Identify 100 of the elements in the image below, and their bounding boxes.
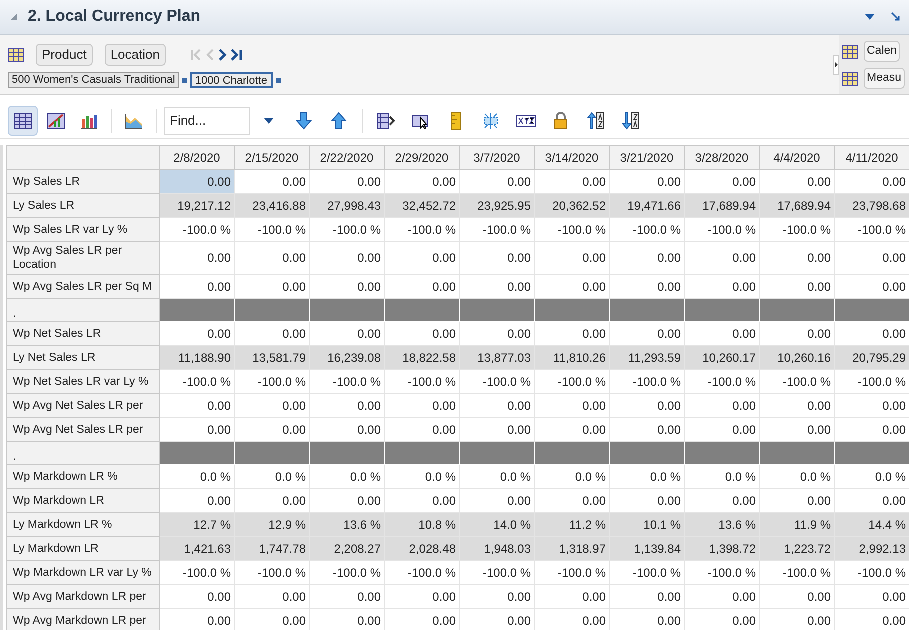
table-cell: 0.00	[610, 170, 684, 194]
table-view-icon[interactable]	[8, 106, 38, 136]
table-cell: -100.0 %	[234, 218, 310, 242]
column-header: 2/8/2020	[160, 146, 234, 170]
table-cell: 0.0 %	[834, 464, 909, 488]
table-cell: 0.00	[460, 394, 534, 418]
table-cell: 11,188.90	[160, 346, 234, 370]
breadcrumb-tile[interactable]: 500 Women's Casuals Traditional	[8, 72, 180, 88]
table-cell: 0.00	[760, 394, 834, 418]
table-cell: 0.00	[384, 488, 460, 512]
expand-handle[interactable]	[833, 54, 839, 74]
table-cell: 23,416.88	[234, 194, 310, 218]
table-cell: 2,028.48	[384, 536, 460, 560]
table-cell: 0.00	[684, 242, 760, 274]
table-cell: -100.0 %	[534, 560, 610, 584]
table-cell: 0.00	[460, 608, 534, 630]
pivot-tile[interactable]: Measu	[864, 68, 905, 89]
table-cell: 0.00	[160, 242, 234, 274]
table-cell: 0.0 %	[760, 464, 834, 488]
table-cell: 0.00	[610, 322, 684, 346]
grid-icon	[842, 72, 858, 86]
table-cell: 0.00	[310, 488, 384, 512]
panel-title: 2. Local Currency Plan	[28, 7, 201, 27]
table-cell: 10,260.16	[760, 346, 834, 370]
table-cell: 0.00	[460, 584, 534, 608]
table-cell: 0.00	[834, 322, 909, 346]
pivot-tile[interactable]: Calen	[864, 41, 900, 62]
table-cell: 11,293.59	[610, 346, 684, 370]
table-cell: 0.00	[760, 488, 834, 512]
table-cell: 0.00	[310, 418, 384, 442]
table-cell: -100.0 %	[834, 370, 909, 394]
dropdown-icon[interactable]	[865, 14, 875, 20]
table-cell: -100.0 %	[684, 218, 760, 242]
table-cell: -100.0 %	[684, 560, 760, 584]
grid-icon	[842, 44, 858, 58]
table-cell: 0.00	[834, 418, 909, 442]
breadcrumb-tile[interactable]: 1000 Charlotte	[190, 72, 272, 88]
table-cell: 0.00	[234, 608, 310, 630]
row-header: Ly Net Sales LR	[6, 346, 160, 370]
table-cell: 0.00	[684, 488, 760, 512]
pivot-tile[interactable]: Location	[104, 44, 166, 66]
table-cell: -100.0 %	[384, 370, 460, 394]
table-cell: 0.00	[460, 322, 534, 346]
table-cell: 0.00	[760, 274, 834, 298]
table-cell: 11,810.26	[534, 346, 610, 370]
table-cell: -100.0 %	[834, 560, 909, 584]
table-cell: 0.00	[234, 242, 310, 274]
table-cell: 0.00	[760, 418, 834, 442]
table-cell: 0.00	[310, 608, 384, 630]
table-cell: -100.0 %	[610, 560, 684, 584]
table-cell: -100.0 %	[460, 370, 534, 394]
column-header: 4/4/2020	[760, 146, 834, 170]
next-icon[interactable]	[218, 49, 228, 61]
tile-handle-icon[interactable]	[182, 78, 188, 82]
table-cell: -100.0 %	[234, 370, 310, 394]
table-cell: 11.2 %	[534, 512, 610, 536]
table-cell: 0.00	[684, 608, 760, 630]
table-cell: -100.0 %	[310, 370, 384, 394]
table-cell: -100.0 %	[610, 370, 684, 394]
restore-icon[interactable]	[891, 12, 901, 22]
table-cell: 0.0 %	[684, 464, 760, 488]
table-cell: 0.00	[534, 170, 610, 194]
table-cell: 0.00	[610, 488, 684, 512]
table-cell: 1,747.78	[234, 536, 310, 560]
table-cell: 1,948.03	[460, 536, 534, 560]
table-cell: 13.6 %	[310, 512, 384, 536]
table-cell: 0.00	[160, 418, 234, 442]
table-cell: 10,260.17	[684, 346, 760, 370]
table-cell: 0.00	[534, 418, 610, 442]
table-cell: 17,689.94	[684, 194, 760, 218]
table-cell: 17,689.94	[760, 194, 834, 218]
row-header: Wp Avg Sales LR per Sq M	[6, 274, 160, 298]
table-cell: 0.00	[610, 394, 684, 418]
table-cell: 0.00	[460, 274, 534, 298]
table-cell: 20,795.29	[834, 346, 909, 370]
tile-handle-icon[interactable]	[276, 78, 280, 82]
table-cell: -100.0 %	[460, 560, 534, 584]
table-cell: 0.00	[534, 242, 610, 274]
table-cell: 32,452.72	[384, 194, 460, 218]
table-cell: 0.00	[160, 608, 234, 630]
table-cell: 0.00	[234, 584, 310, 608]
table-cell: 0.0 %	[610, 464, 684, 488]
table-cell: 0.00	[234, 274, 310, 298]
table-cell: 14.0 %	[460, 512, 534, 536]
table-cell: 13.6 %	[684, 512, 760, 536]
table-cell: 0.00	[310, 584, 384, 608]
last-page-icon[interactable]	[230, 49, 243, 61]
table-cell: 0.00	[310, 170, 384, 194]
table-cell: -100.0 %	[760, 370, 834, 394]
table-cell: 0.0 %	[534, 464, 610, 488]
pivot-tile[interactable]: Product	[36, 44, 93, 66]
table-cell: 0.00	[534, 274, 610, 298]
table-cell: 0.00	[384, 584, 460, 608]
find-field[interactable]: Find...	[164, 106, 250, 134]
table-cell: 1,421.63	[160, 536, 234, 560]
table-cell: 1,318.97	[534, 536, 610, 560]
table-cell: 0.00	[610, 242, 684, 274]
table-cell: -100.0 %	[760, 218, 834, 242]
table-cell: 0.0 %	[310, 464, 384, 488]
table-cell: 0.00	[834, 242, 909, 274]
